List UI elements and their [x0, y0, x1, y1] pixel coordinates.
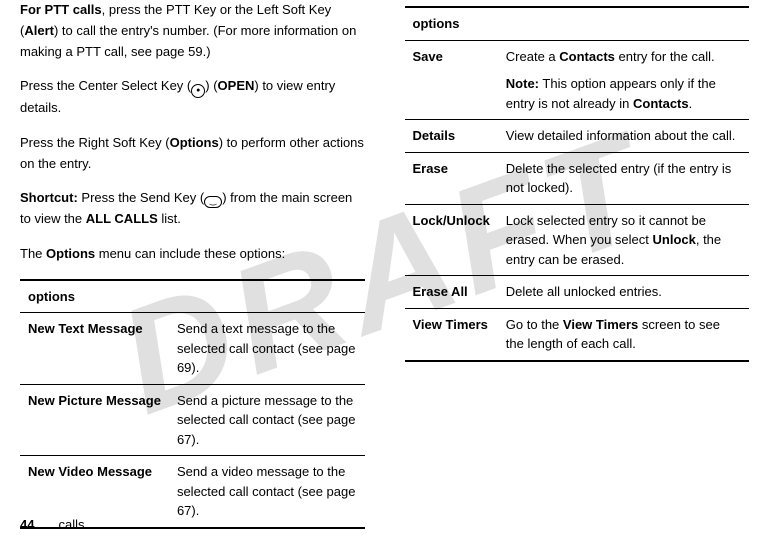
table2-header: options	[405, 7, 750, 40]
paragraph-center-key: Press the Center Select Key (●) (OPEN) t…	[20, 76, 365, 118]
center-open: OPEN	[218, 78, 255, 93]
table-row: Erase All Delete all unlocked entries.	[405, 276, 750, 309]
table-row: Save Create a Contacts entry for the cal…	[405, 40, 750, 120]
t2r5-a: Go to the	[506, 317, 563, 332]
right-options: Options	[170, 135, 219, 150]
table2-r5-k: View Timers	[405, 308, 498, 361]
ptt-text-b: ) to call the entry's number. (For more …	[20, 23, 356, 59]
opt-intro-options: Options	[46, 246, 95, 261]
options-table-1: options New Text Message Send a text mes…	[20, 279, 365, 529]
table2-r3-v: Lock selected entry so it cannot be eras…	[498, 204, 749, 276]
table2-r3-k: Lock/Unlock	[405, 204, 498, 276]
paragraph-right-key: Press the Right Soft Key (Options) to pe…	[20, 133, 365, 175]
opt-intro-b: menu can include these options:	[95, 246, 285, 261]
t2r0-cond: Contacts	[559, 49, 615, 64]
t2r0-b: entry for the call.	[615, 49, 715, 64]
right-text-a: Press the Right Soft Key (	[20, 135, 170, 150]
table-row: New Text Message Send a text message to …	[20, 313, 365, 385]
table-row: Erase Delete the selected entry (if the …	[405, 152, 750, 204]
table2-r0-v: Create a Contacts entry for the call. No…	[498, 40, 749, 120]
options-table-2: options Save Create a Contacts entry for…	[405, 6, 750, 362]
ptt-alert: Alert	[24, 23, 54, 38]
left-column: For PTT calls, press the PTT Key or the …	[20, 0, 365, 529]
note-bold: Note:	[506, 76, 539, 91]
note-b: .	[689, 96, 693, 111]
paragraph-ptt: For PTT calls, press the PTT Key or the …	[20, 0, 365, 62]
opt-intro-a: The	[20, 246, 46, 261]
shortcut-allcalls: ALL CALLS	[86, 211, 158, 226]
table2-r2-v: Delete the selected entry (if the entry …	[498, 152, 749, 204]
table1-r0-v: Send a text message to the selected call…	[169, 313, 365, 385]
t2r5-cond: View Timers	[563, 317, 638, 332]
table-row: Lock/Unlock Lock selected entry so it ca…	[405, 204, 750, 276]
table-row: View Timers Go to the View Timers screen…	[405, 308, 750, 361]
table-row: Details View detailed information about …	[405, 120, 750, 153]
paragraph-shortcut: Shortcut: Press the Send Key (⏝) from th…	[20, 188, 365, 230]
save-note: Note: This option appears only if the en…	[506, 74, 741, 113]
table1-r2-v: Send a video message to the selected cal…	[169, 456, 365, 528]
t2r3-cond: Unlock	[653, 232, 696, 247]
table2-r1-k: Details	[405, 120, 498, 153]
table2-r4-v: Delete all unlocked entries.	[498, 276, 749, 309]
table2-r1-v: View detailed information about the call…	[498, 120, 749, 153]
table2-r0-k: Save	[405, 40, 498, 120]
table2-r4-k: Erase All	[405, 276, 498, 309]
table1-r1-k: New Picture Message	[20, 384, 169, 456]
table-row: New Picture Message Send a picture messa…	[20, 384, 365, 456]
center-text-a: Press the Center Select Key (	[20, 78, 191, 93]
page-number: 44	[20, 517, 34, 532]
table2-r2-k: Erase	[405, 152, 498, 204]
shortcut-text-a: Press the Send Key (	[78, 190, 204, 205]
table1-r0-k: New Text Message	[20, 313, 169, 385]
shortcut-text-c: list.	[158, 211, 181, 226]
section-name: calls	[58, 517, 84, 532]
shortcut-bold: Shortcut:	[20, 190, 78, 205]
right-column: options Save Create a Contacts entry for…	[405, 0, 750, 529]
note-cond: Contacts	[633, 96, 689, 111]
page-content: For PTT calls, press the PTT Key or the …	[0, 0, 769, 529]
page-footer: 44 calls	[20, 515, 84, 536]
paragraph-options-intro: The Options menu can include these optio…	[20, 244, 365, 265]
ptt-bold: For PTT calls	[20, 2, 102, 17]
send-key-icon: ⏝	[204, 196, 222, 208]
center-paren: ) (	[205, 78, 217, 93]
center-select-icon: ●	[191, 84, 205, 98]
table1-r1-v: Send a picture message to the selected c…	[169, 384, 365, 456]
table1-header: options	[20, 280, 365, 313]
t2r0-a: Create a	[506, 49, 559, 64]
table2-r5-v: Go to the View Timers screen to see the …	[498, 308, 749, 361]
